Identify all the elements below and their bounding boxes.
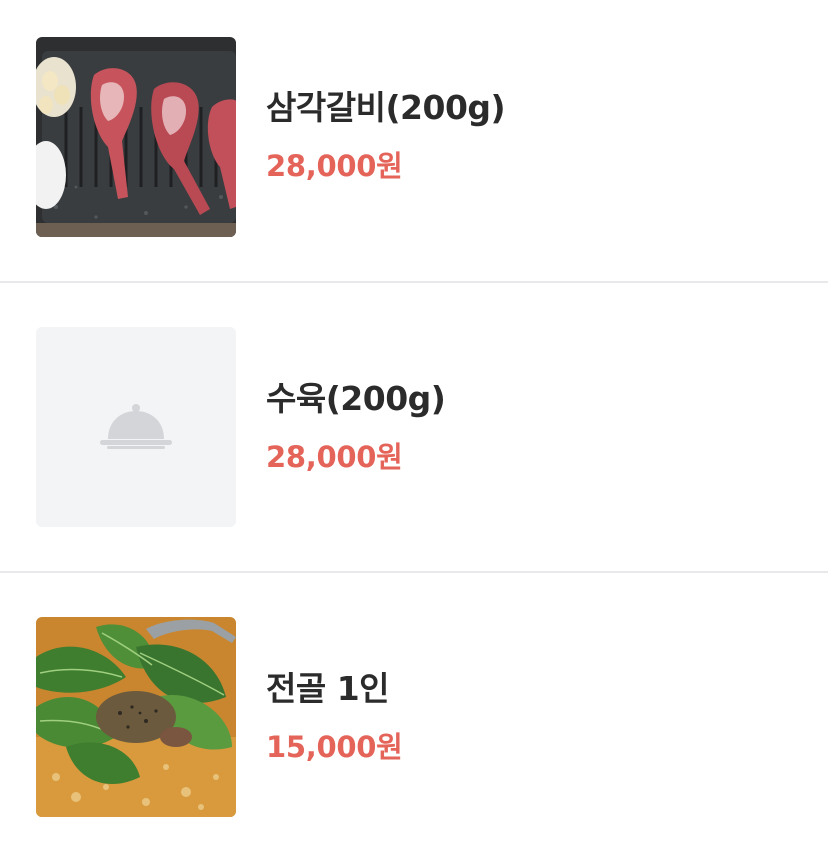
menu-item-name: 전골 1인 xyxy=(266,669,390,708)
menu-item-price: 28,000원 xyxy=(266,440,403,474)
cloche-icon xyxy=(99,403,173,451)
menu-item[interactable]: 전골 1인 15,000원 xyxy=(0,573,828,850)
menu-item[interactable]: 수육(200g) 28,000원 xyxy=(0,283,828,573)
menu-item-info: 삼각갈비(200g) 28,000원 xyxy=(266,88,506,184)
menu-item-photo xyxy=(36,617,236,817)
menu-item-price: 15,000원 xyxy=(266,730,403,764)
menu-item-name: 수육(200g) xyxy=(266,379,446,418)
menu-item-photo xyxy=(36,37,236,237)
menu-item-info: 전골 1인 15,000원 xyxy=(266,669,403,765)
menu-item[interactable]: 삼각갈비(200g) 28,000원 xyxy=(0,0,828,283)
menu-item-photo-placeholder xyxy=(36,327,236,527)
menu-item-price: 28,000원 xyxy=(266,149,403,183)
menu-item-name: 삼각갈비(200g) xyxy=(266,88,506,127)
menu-item-info: 수육(200g) 28,000원 xyxy=(266,379,446,475)
menu-list: 삼각갈비(200g) 28,000원 수육(200g) 28,000원 전골 1… xyxy=(0,0,828,850)
